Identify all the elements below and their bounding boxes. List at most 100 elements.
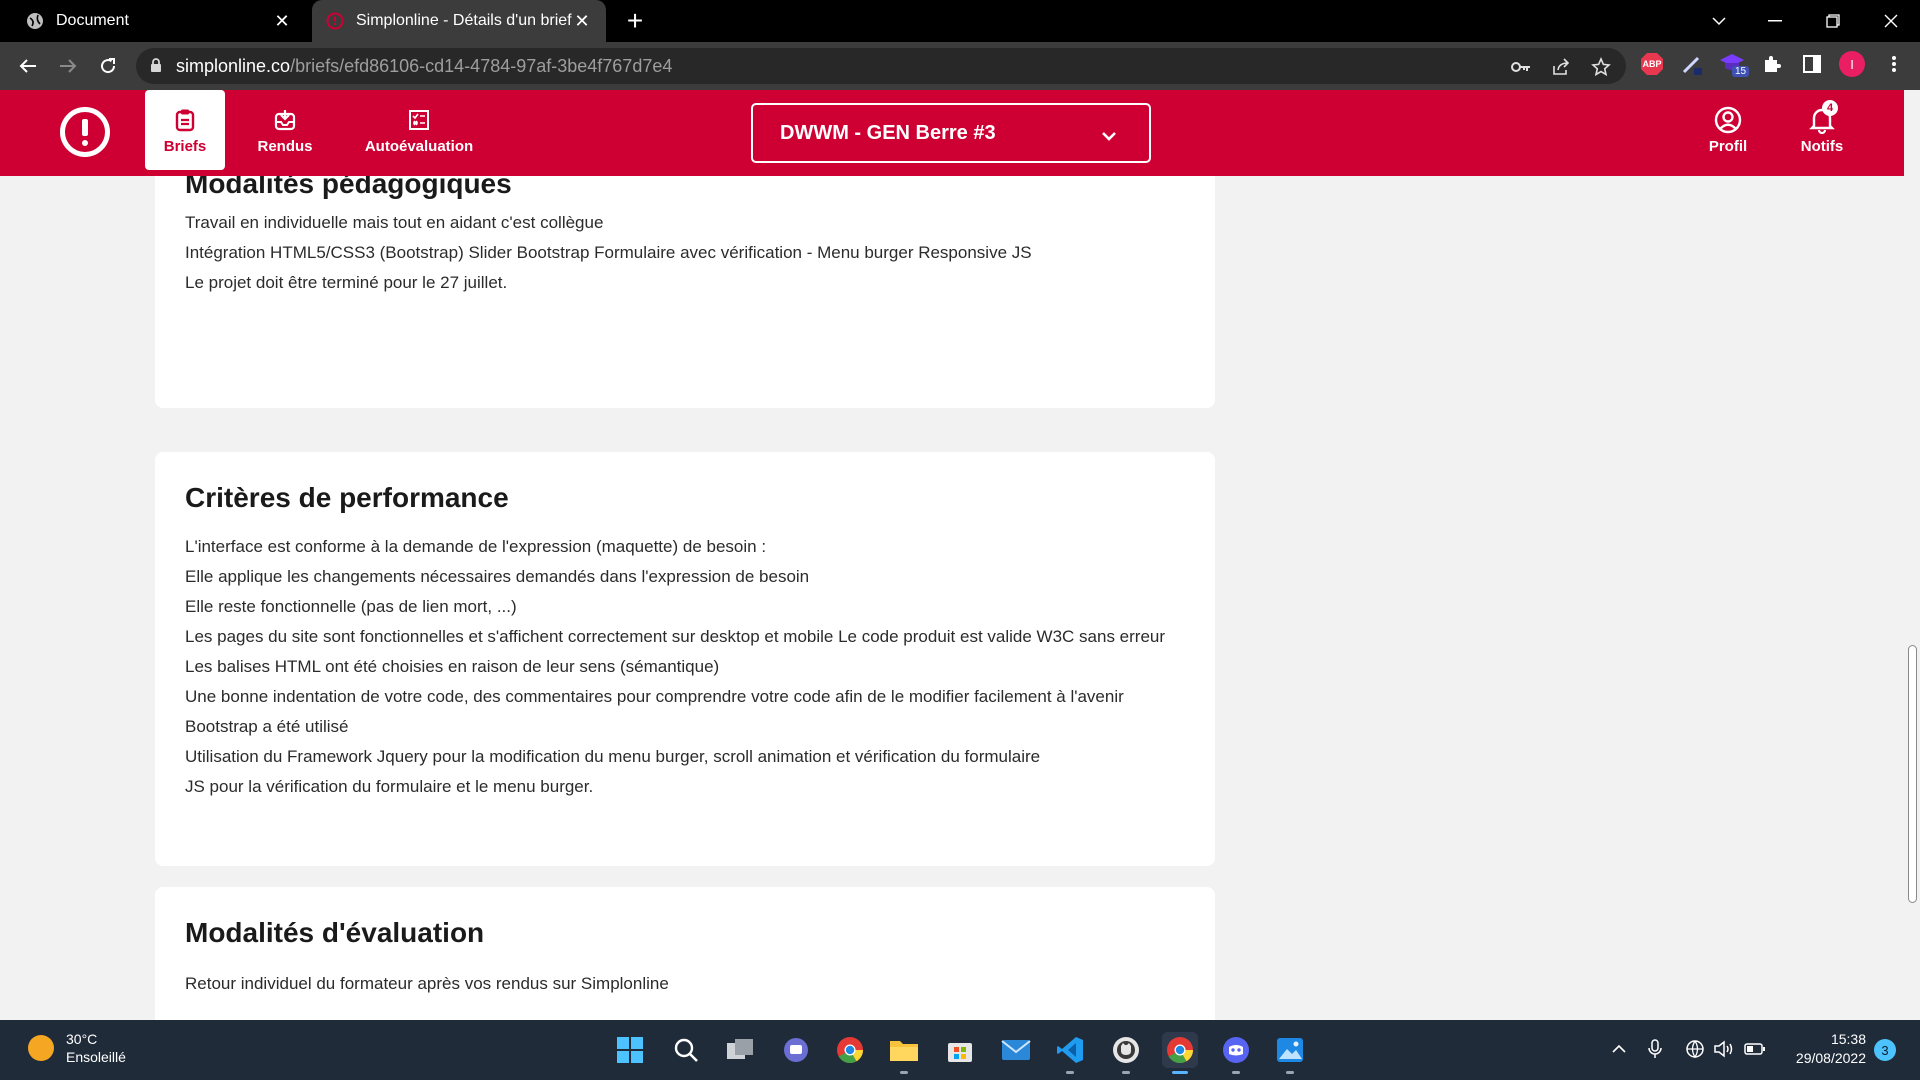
tab-document[interactable]: Document ✕ bbox=[0, 0, 306, 42]
sun-icon bbox=[28, 1035, 54, 1061]
section-body: L'interface est conforme à la demande de… bbox=[185, 532, 1185, 802]
network-globe-icon[interactable] bbox=[1684, 1038, 1706, 1060]
brief-content: Modalités pédagogiques Travail en indivi… bbox=[0, 176, 1904, 1020]
weather-temperature: 30°C bbox=[66, 1031, 98, 1047]
chevron-up-icon[interactable] bbox=[1608, 1038, 1630, 1060]
section-line: Les pages du site sont fonctionnelles et… bbox=[185, 627, 1166, 646]
mail-icon[interactable] bbox=[998, 1032, 1034, 1068]
address-bar[interactable]: simplonline.co/briefs/efd86106-cd14-4784… bbox=[136, 48, 1626, 84]
section-line: L'interface est conforme à la demande de… bbox=[185, 537, 767, 556]
graduation-cap-icon[interactable]: 15 bbox=[1718, 50, 1750, 78]
section-line: JS pour la vérification du formulaire et… bbox=[185, 777, 594, 796]
section-line: Travail en individuelle mais tout en aid… bbox=[185, 213, 604, 232]
windows-start-icon[interactable] bbox=[612, 1032, 648, 1068]
taskbar: 30°C Ensoleillé 15:38 29/08/2022 3 bbox=[0, 1020, 1920, 1080]
browser-menu-icon[interactable] bbox=[1880, 50, 1908, 78]
nav-label: Notifs bbox=[1800, 137, 1844, 155]
discord-icon[interactable] bbox=[1218, 1032, 1254, 1074]
teams-chat-icon[interactable] bbox=[778, 1032, 814, 1068]
inbox-icon bbox=[271, 106, 299, 134]
section-line: Elle reste fonctionnelle (pas de lien mo… bbox=[185, 597, 517, 616]
nav-label: Rendus bbox=[257, 137, 313, 155]
section-title: Critères de performance bbox=[185, 482, 509, 513]
nav-autoevaluation[interactable]: Autoévaluation bbox=[360, 90, 478, 170]
nav-label: Profil bbox=[1708, 137, 1748, 155]
simplon-icon bbox=[326, 12, 344, 30]
store-icon[interactable] bbox=[942, 1032, 978, 1068]
new-tab-button[interactable]: + bbox=[622, 5, 648, 36]
section-body: Travail en individuelle mais tout en aid… bbox=[185, 208, 1032, 298]
url-text: simplonline.co/briefs/efd86106-cd14-4784… bbox=[176, 56, 673, 76]
browser-tab-strip: Document ✕ Simplonline - Détails d'un br… bbox=[0, 0, 1920, 42]
lock-icon[interactable] bbox=[150, 58, 162, 78]
microphone-icon[interactable] bbox=[1644, 1038, 1666, 1060]
card-modalites-evaluation: Modalités d'évaluation Retour individuel… bbox=[155, 887, 1215, 1020]
pen-extension-icon[interactable] bbox=[1678, 50, 1706, 78]
notification-center-badge[interactable]: 3 bbox=[1874, 1039, 1896, 1061]
scrollbar-thumb[interactable] bbox=[1908, 645, 1917, 903]
close-window-button[interactable] bbox=[1866, 0, 1916, 42]
globe-icon bbox=[26, 12, 44, 30]
avatar[interactable]: I bbox=[1838, 50, 1866, 78]
tab-simplonline[interactable]: Simplonline - Détails d'un brief ✕ bbox=[312, 0, 606, 42]
side-panel-icon[interactable] bbox=[1798, 50, 1826, 78]
section-line: Le projet doit être terminé pour le 27 j… bbox=[185, 273, 508, 292]
section-line: Bootstrap a été utilisé bbox=[185, 717, 349, 736]
restore-button[interactable] bbox=[1808, 0, 1858, 42]
clipboard-icon bbox=[171, 106, 199, 134]
tab-title: Document bbox=[56, 12, 129, 29]
promotion-select[interactable]: DWWM - GEN Berre #3 bbox=[751, 103, 1151, 163]
back-arrow-icon[interactable] bbox=[14, 52, 42, 80]
github-desktop-icon[interactable] bbox=[1108, 1032, 1144, 1074]
simplon-logo[interactable] bbox=[60, 107, 110, 157]
key-icon[interactable] bbox=[1510, 56, 1532, 78]
close-icon[interactable]: ✕ bbox=[272, 11, 292, 31]
nav-rendus[interactable]: Rendus bbox=[245, 90, 325, 170]
photos-icon[interactable] bbox=[1272, 1032, 1308, 1074]
search-icon[interactable] bbox=[668, 1032, 704, 1068]
tab-title: Simplonline - Détails d'un brief bbox=[356, 12, 572, 29]
section-line: Les balises HTML ont été choisies en rai… bbox=[185, 657, 720, 676]
chrome-icon[interactable] bbox=[832, 1032, 868, 1068]
battery-icon[interactable] bbox=[1744, 1038, 1766, 1060]
task-view-icon[interactable] bbox=[722, 1032, 758, 1068]
taskbar-clock[interactable]: 15:38 29/08/2022 bbox=[1770, 1030, 1866, 1068]
notification-badge: 4 bbox=[1822, 99, 1838, 116]
clock-date: 29/08/2022 bbox=[1795, 1050, 1866, 1066]
section-title: Modalités pédagogiques bbox=[185, 176, 512, 199]
section-body: Retour individuel du formateur après vos… bbox=[185, 969, 669, 999]
checklist-icon bbox=[405, 106, 433, 134]
bell-icon: 4 bbox=[1808, 99, 1838, 134]
volume-icon[interactable] bbox=[1714, 1038, 1736, 1060]
weather-description: Ensoleillé bbox=[66, 1049, 126, 1065]
nav-profil[interactable]: Profil bbox=[1686, 90, 1770, 170]
bookmark-star-icon[interactable] bbox=[1590, 56, 1612, 78]
minimize-button[interactable] bbox=[1750, 0, 1800, 42]
promotion-select-value: DWWM - GEN Berre #3 bbox=[780, 121, 996, 144]
vscode-icon[interactable] bbox=[1052, 1032, 1088, 1074]
reload-icon[interactable] bbox=[94, 52, 122, 80]
user-circle-icon bbox=[1714, 106, 1742, 134]
chrome-active-icon[interactable] bbox=[1162, 1032, 1198, 1074]
nav-briefs[interactable]: Briefs bbox=[145, 90, 225, 170]
nav-label: Briefs bbox=[163, 137, 207, 155]
section-title: Modalités d'évaluation bbox=[185, 917, 485, 948]
file-explorer-icon[interactable] bbox=[886, 1032, 922, 1074]
share-icon[interactable] bbox=[1550, 56, 1572, 78]
adblock-icon[interactable]: ABP bbox=[1638, 50, 1666, 78]
chevron-down-icon bbox=[1101, 125, 1117, 148]
site-header: Briefs Rendus Autoévaluation DWWM - GEN … bbox=[0, 90, 1904, 176]
section-line: Retour individuel du formateur après vos… bbox=[185, 974, 669, 993]
nav-notifs[interactable]: 4 Notifs bbox=[1780, 90, 1864, 170]
tab-search-icon[interactable] bbox=[1694, 0, 1744, 42]
section-line: Une bonne indentation de votre code, des… bbox=[185, 687, 1124, 706]
weather-widget[interactable]: 30°C Ensoleillé bbox=[28, 1030, 126, 1066]
forward-arrow-icon[interactable] bbox=[54, 52, 82, 80]
close-icon[interactable]: ✕ bbox=[572, 11, 592, 31]
puzzle-extensions-icon[interactable] bbox=[1758, 50, 1786, 78]
card-criteres-performance: Critères de performance L'interface est … bbox=[155, 452, 1215, 866]
section-line: Utilisation du Framework Jquery pour la … bbox=[185, 747, 1041, 766]
section-line: Intégration HTML5/CSS3 (Bootstrap) Slide… bbox=[185, 243, 1032, 262]
section-line: Elle applique les changements nécessaire… bbox=[185, 567, 810, 586]
card-modalites-pedagogiques: Modalités pédagogiques Travail en indivi… bbox=[155, 176, 1215, 408]
